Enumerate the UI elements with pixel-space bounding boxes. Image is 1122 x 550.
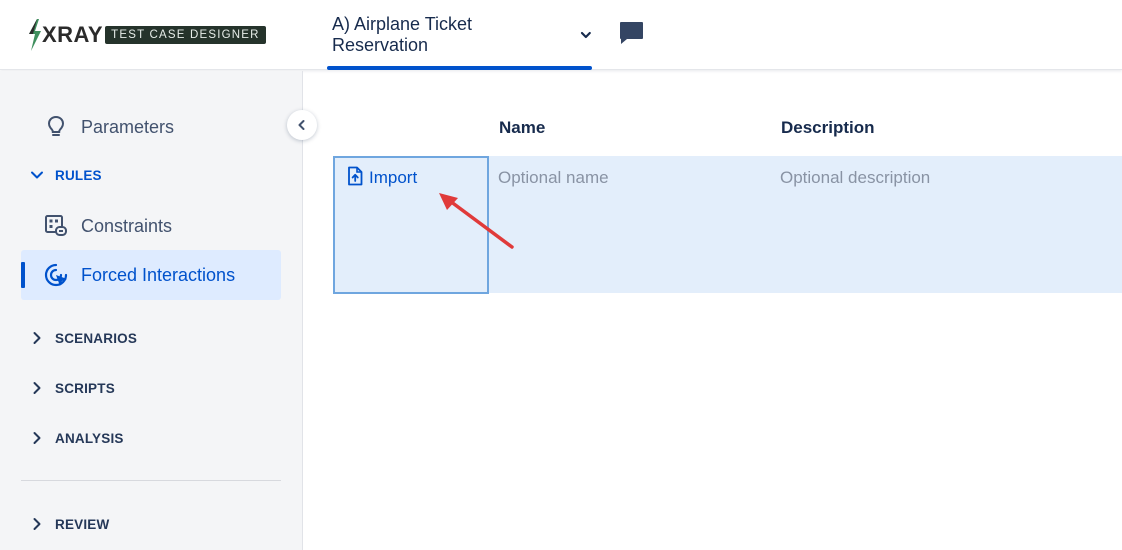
section-label: REVIEW [55,516,110,532]
logo-badge: TEST CASE DESIGNER [105,26,266,44]
top-header: XRAY TEST CASE DESIGNER A) Airplane Tick… [0,0,1122,70]
sidebar-item-parameters[interactable]: Parameters [21,102,281,152]
target-cursor-icon [44,263,68,287]
chevron-down-icon [581,31,592,39]
lightbulb-icon [47,115,65,136]
logo-brand: XRAY [42,22,104,47]
file-upload-icon [348,166,363,186]
sidebar-item-forced-interactions[interactable]: Forced Interactions [21,250,281,300]
sidebar: Parameters RULES Constraints Forced Inte… [0,71,303,550]
xray-logo[interactable]: XRAY TEST CASE DESIGNER [26,18,266,52]
section-review[interactable]: REVIEW [30,512,109,536]
section-label: SCRIPTS [55,380,115,396]
description-field[interactable]: Optional description [780,168,930,188]
project-selector-tab[interactable]: A) Airplane Ticket Reservation [327,0,592,70]
import-label: Import [369,168,418,187]
annotation-arrow-icon [439,193,514,249]
sidebar-item-label: Forced Interactions [81,264,236,285]
section-label: ANALYSIS [55,430,124,446]
sidebar-divider [21,480,281,481]
comment-icon[interactable] [617,19,645,47]
section-analysis[interactable]: ANALYSIS [30,426,124,450]
column-header-name: Name [499,118,546,137]
sidebar-item-label: Parameters [81,116,175,137]
active-tab-indicator [327,66,592,70]
sidebar-item-label: Constraints [81,215,173,236]
section-scripts[interactable]: SCRIPTS [30,376,115,400]
chevron-right-icon [33,332,41,344]
constraints-icon [45,215,67,236]
chevron-right-icon [33,432,41,444]
section-rules[interactable]: RULES [30,163,102,187]
sidebar-item-constraints[interactable]: Constraints [21,201,281,251]
chevron-right-icon [33,518,41,530]
sidebar-collapse-button[interactable] [287,110,317,140]
project-name: A) Airplane Ticket Reservation [332,14,473,55]
column-header-description: Description [781,118,875,137]
section-scenarios[interactable]: SCENARIOS [30,326,137,350]
chevron-down-icon [31,171,43,179]
chevron-left-icon [298,120,305,130]
section-label: RULES [55,167,102,183]
chevron-right-icon [33,382,41,394]
section-label: SCENARIOS [55,330,138,346]
